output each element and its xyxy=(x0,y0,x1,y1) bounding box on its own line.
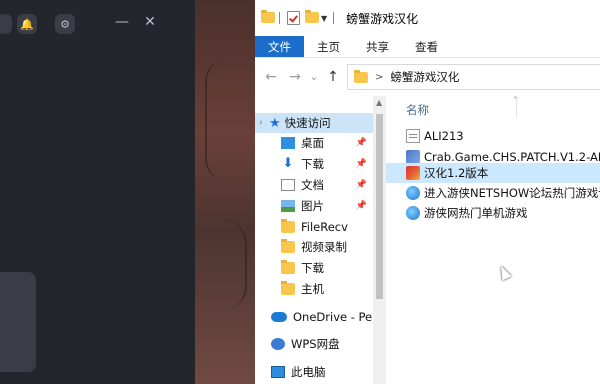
sidebar-item-label: 此电脑 xyxy=(291,365,326,379)
file-row[interactable]: 进入游侠NETSHOW论坛热门游戏讨论 xyxy=(386,183,600,203)
address-bar[interactable]: > 螃蟹游戏汉化 xyxy=(347,64,600,90)
navigation-pane: › ★ 快速访问 桌面 📌 ⬇ 下载 📌 文档 📌 图片 📌 FileRecv xyxy=(255,96,373,384)
folder-icon xyxy=(281,219,295,233)
download-icon: ⬇ xyxy=(282,156,294,171)
folder-icon xyxy=(354,69,368,83)
divider xyxy=(333,12,335,24)
pin-icon: 📌 xyxy=(355,138,367,148)
file-name: 进入游侠NETSHOW论坛热门游戏讨论 xyxy=(424,186,600,200)
ribbon-tabs: 文件 主页 共享 查看 xyxy=(255,36,600,58)
app-button[interactable] xyxy=(0,14,12,34)
tab-share[interactable]: 共享 xyxy=(353,36,402,58)
sidebar-item-label: 快速访问 xyxy=(284,116,331,130)
sidebar-item-download-folder[interactable]: 下载 xyxy=(281,258,324,278)
sidebar-item-label: 文档 xyxy=(301,178,324,192)
background-panel xyxy=(0,272,36,372)
pictures-icon xyxy=(281,200,295,212)
file-name: ALI213 xyxy=(424,129,464,143)
file-row[interactable]: ALI213 xyxy=(386,126,600,146)
sidebar-item-label: FileRecv xyxy=(301,220,348,234)
sidebar-item-label: OneDrive - Perso xyxy=(293,310,373,324)
file-name: 汉化1.2版本 xyxy=(424,166,489,180)
column-header-name[interactable]: 名称 xyxy=(406,102,429,118)
folder-icon xyxy=(281,281,295,295)
text-file-icon xyxy=(406,129,420,143)
this-pc-icon xyxy=(271,366,285,378)
column-divider[interactable] xyxy=(516,96,517,118)
url-icon xyxy=(406,206,420,220)
wps-cloud-icon xyxy=(271,338,285,350)
file-explorer-window: ▼ 螃蟹游戏汉化 文件 主页 共享 查看 ← → ⌄ ↑ > 螃蟹游戏汉化 › … xyxy=(255,0,600,384)
divider xyxy=(279,12,280,24)
forward-button[interactable]: → xyxy=(283,69,307,85)
pin-icon: 📌 xyxy=(355,159,367,169)
sidebar-item-quick-access[interactable]: › ★ 快速访问 xyxy=(255,113,373,133)
sidebar-item-label: 桌面 xyxy=(301,136,324,150)
folder-icon xyxy=(261,10,275,24)
file-row[interactable]: 汉化1.2版本 xyxy=(386,163,600,183)
folder-icon xyxy=(281,260,295,274)
sidebar-item-host[interactable]: 主机 xyxy=(281,279,324,299)
desktop-icon xyxy=(281,137,295,149)
sidebar-item-label: 主机 xyxy=(301,282,324,296)
sidebar-item-label: WPS网盘 xyxy=(291,337,340,351)
background-app: 🔔 ⚙ — ✕ xyxy=(0,0,195,384)
window-title: 螃蟹游戏汉化 xyxy=(346,11,419,26)
sidebar-item-onedrive[interactable]: OneDrive - Perso xyxy=(271,307,373,327)
archive-icon xyxy=(406,166,420,180)
up-button[interactable]: ↑ xyxy=(321,69,345,85)
scroll-up-icon[interactable]: ▲ xyxy=(376,98,382,107)
sidebar-item-filerecv[interactable]: FileRecv xyxy=(281,217,348,237)
chevron-right-icon[interactable]: > xyxy=(375,72,383,83)
sidebar-item-downloads[interactable]: ⬇ 下载 📌 xyxy=(281,154,373,174)
properties-icon[interactable] xyxy=(287,11,300,25)
gear-icon[interactable]: ⚙ xyxy=(55,14,75,34)
sidebar-item-video-recording[interactable]: 视频录制 xyxy=(281,237,347,257)
sidebar-item-label: 下载 xyxy=(301,157,324,171)
sidebar-item-label: 图片 xyxy=(301,199,324,213)
title-bar: ▼ 螃蟹游戏汉化 xyxy=(255,0,600,36)
sidebar-item-pictures[interactable]: 图片 📌 xyxy=(281,196,373,216)
sidebar-item-this-pc[interactable]: 此电脑 xyxy=(271,362,326,382)
scrollbar-thumb[interactable] xyxy=(376,114,383,299)
folder-icon xyxy=(281,239,295,253)
file-name: 游侠网热门单机游戏 xyxy=(424,206,528,220)
onedrive-icon xyxy=(271,312,287,322)
tab-view[interactable]: 查看 xyxy=(402,36,451,58)
new-folder-icon[interactable] xyxy=(305,10,319,24)
file-list: ⌃ 名称 ALI213 Crab.Game.CHS.PATCH.V1.2-ALI… xyxy=(386,96,600,384)
star-icon: ★ xyxy=(269,115,281,131)
tab-file[interactable]: 文件 xyxy=(255,36,304,58)
back-button[interactable]: ← xyxy=(259,69,283,85)
sidebar-item-label: 下载 xyxy=(301,261,324,275)
sidebar-item-label: 视频录制 xyxy=(301,240,347,254)
pin-icon: 📌 xyxy=(355,180,367,190)
background-artwork xyxy=(195,0,255,384)
sidebar-item-desktop[interactable]: 桌面 📌 xyxy=(281,133,373,153)
minimize-button[interactable]: — xyxy=(112,14,132,30)
pin-icon: 📌 xyxy=(355,201,367,211)
url-icon xyxy=(406,186,420,200)
close-button[interactable]: ✕ xyxy=(140,14,160,30)
nav-pane-scrollbar[interactable]: ▲ xyxy=(373,96,386,384)
expand-icon[interactable]: › xyxy=(259,118,269,128)
bell-icon[interactable]: 🔔 xyxy=(17,14,37,34)
quick-access-dropdown-icon[interactable]: ▼ xyxy=(321,14,327,23)
document-icon xyxy=(281,179,295,191)
file-name: Crab.Game.CHS.PATCH.V1.2-ALI213 xyxy=(424,150,600,164)
tab-home[interactable]: 主页 xyxy=(304,36,353,58)
file-row[interactable]: 游侠网热门单机游戏 xyxy=(386,203,600,223)
recent-locations-button[interactable]: ⌄ xyxy=(307,72,321,83)
address-path[interactable]: 螃蟹游戏汉化 xyxy=(390,69,459,85)
sidebar-item-documents[interactable]: 文档 📌 xyxy=(281,175,373,195)
sidebar-item-wps-cloud[interactable]: WPS网盘 xyxy=(271,334,340,354)
exe-icon xyxy=(406,150,420,164)
